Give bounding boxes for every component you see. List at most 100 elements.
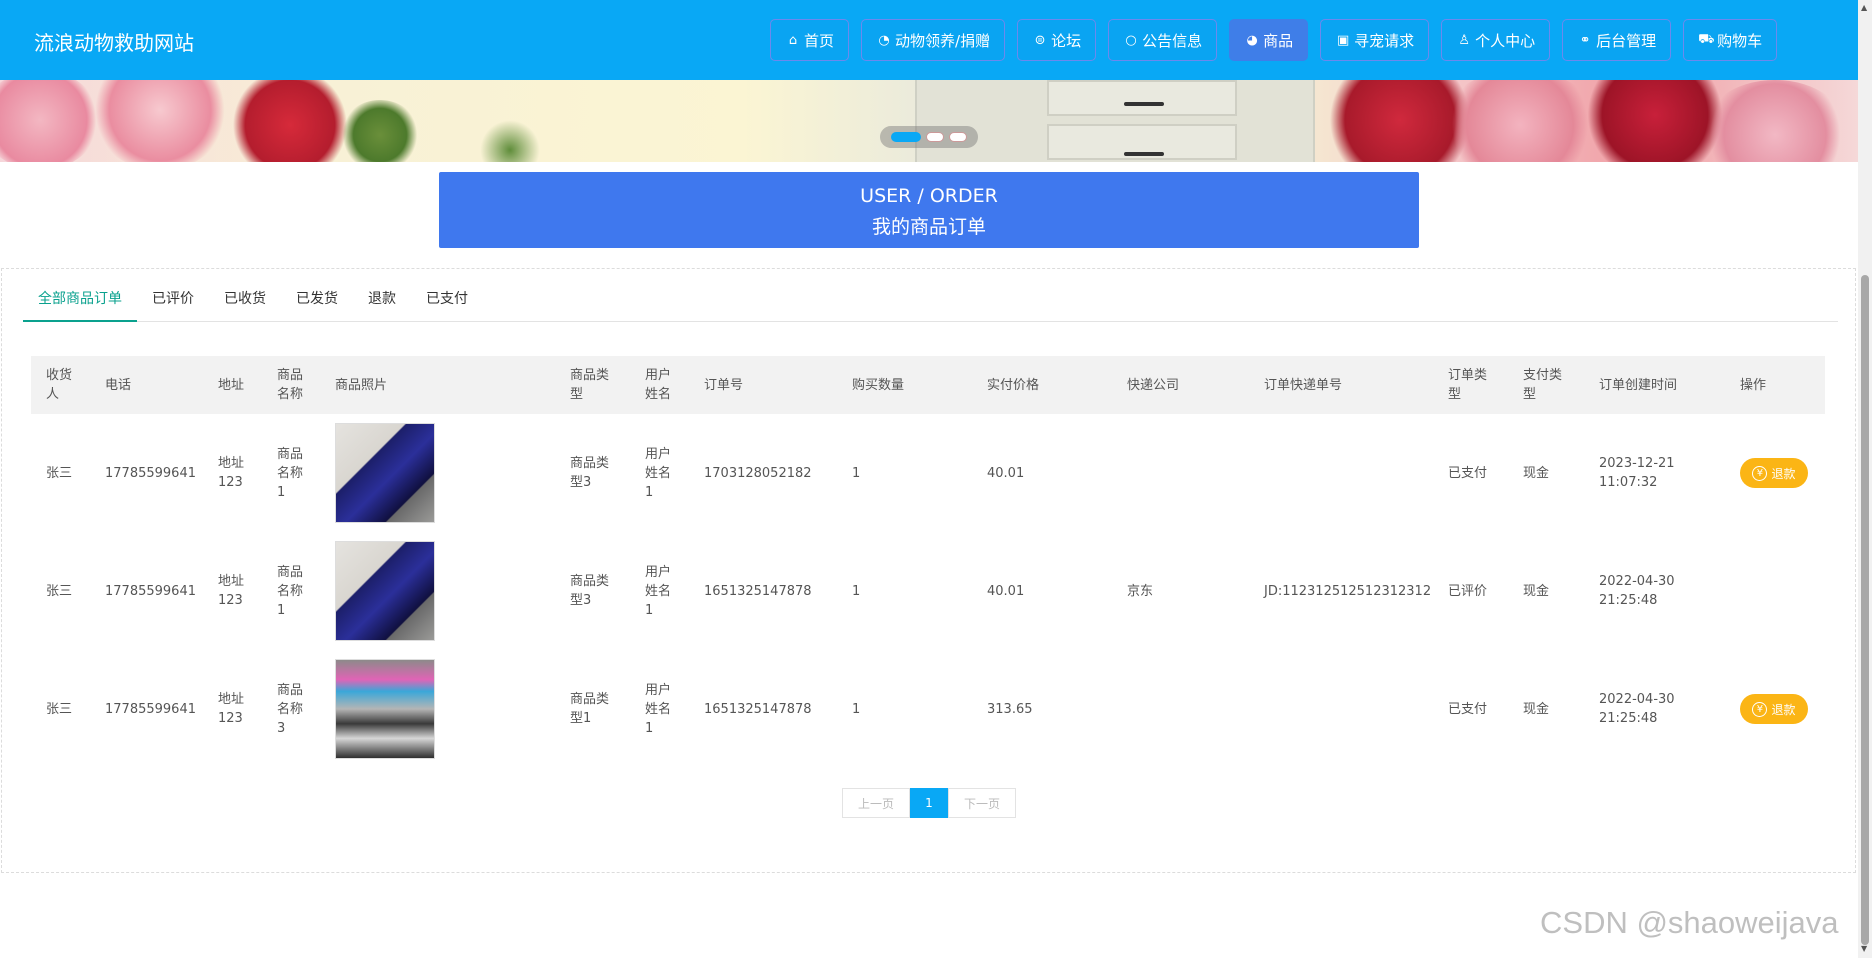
home-icon: ⌂ <box>788 32 798 48</box>
banner-flower <box>480 120 540 162</box>
nav-forum[interactable]: ⊜ 论坛 <box>1017 19 1097 61</box>
cell-order-no: 1651325147878 <box>704 583 812 599</box>
tab-reviewed[interactable]: 已评价 <box>137 281 209 322</box>
top-header: 流浪动物救助网站 ⌂ 首页 ◔ 动物领养/捐赠 ⊜ 论坛 ○ 公告信息 ◕ 商品 ▣ 寻宠请… <box>0 0 1858 80</box>
drawer-handle <box>1124 102 1164 106</box>
cell-product-name: 商品名称1 <box>277 446 304 500</box>
tab-paid[interactable]: 已支付 <box>411 281 483 322</box>
tab-refund[interactable]: 退款 <box>353 281 411 322</box>
page-title-en: USER / ORDER <box>860 185 998 207</box>
col-address: 地址 <box>218 377 245 393</box>
cell-receiver: 张三 <box>46 583 73 599</box>
nav-adoption[interactable]: ◔ 动物领养/捐赠 <box>861 19 1006 61</box>
nav-pet-search[interactable]: ▣ 寻宠请求 <box>1320 19 1430 61</box>
next-page-button[interactable]: 下一页 <box>948 788 1016 818</box>
nav-label: 个人中心 <box>1475 31 1536 50</box>
prev-page-button[interactable]: 上一页 <box>842 788 910 818</box>
col-price: 实付价格 <box>987 377 1040 393</box>
nav-notice[interactable]: ○ 公告信息 <box>1108 19 1218 61</box>
gift-icon: ▣ <box>1336 32 1350 48</box>
table-row: 张三 17785599641 地址123 商品名称1 商品类型3 用户姓名1 1… <box>31 414 1825 532</box>
col-product-name: 商品名称 <box>277 368 304 402</box>
product-photo <box>335 541 435 641</box>
tab-all-orders[interactable]: 全部商品订单 <box>23 281 137 322</box>
nav-cart[interactable]: ⛟ 购物车 <box>1683 19 1778 61</box>
nav-profile[interactable]: ♙ 个人中心 <box>1441 19 1551 61</box>
page-title-cn: 我的商品订单 <box>871 216 986 238</box>
cell-order-type: 已支付 <box>1448 701 1488 717</box>
col-user-name: 用户姓名 <box>645 368 672 402</box>
refund-label: 退款 <box>1771 466 1796 481</box>
product-photo <box>335 659 435 759</box>
created-date: 2023-12-21 <box>1599 456 1675 471</box>
order-tabs: 全部商品订单 已评价 已收货 已发货 退款 已支付 <box>23 281 1838 322</box>
drawer-handle <box>1124 152 1164 156</box>
banner-carousel <box>0 80 1858 162</box>
nav-admin[interactable]: ⚭ 后台管理 <box>1562 19 1672 61</box>
palette-icon: ◕ <box>1246 32 1258 48</box>
cell-order-no: 1703128052182 <box>704 465 812 481</box>
yen-icon: ¥ <box>1752 465 1768 481</box>
cell-user-name: 用户姓名1 <box>645 564 672 618</box>
carousel-dot-3[interactable] <box>949 132 967 142</box>
cell-product-type: 商品类型3 <box>570 456 610 490</box>
col-pay-type: 支付类型 <box>1523 368 1563 402</box>
cell-created-time: 2022-04-30 21:25:48 <box>1599 650 1675 768</box>
banner-cabinet <box>915 80 1315 162</box>
col-order-no: 订单号 <box>704 377 744 393</box>
table-row: 张三 17785599641 地址123 商品名称1 商品类型3 用户姓名1 1… <box>31 532 1825 650</box>
cell-tracking-no: JD:112312512512312312 <box>1264 583 1432 599</box>
table-header: 收货人 电话 地址 商品名称 商品照片 商品类型 用户姓名 订单号 购买数量 实… <box>31 356 1825 414</box>
cell-order-no: 1651325147878 <box>704 701 812 717</box>
link-icon: ⚭ <box>1579 32 1591 48</box>
site-title: 流浪动物救助网站 <box>34 31 194 55</box>
nav-label: 商品 <box>1263 31 1294 50</box>
col-receiver: 收货人 <box>46 368 73 402</box>
created-date: 2022-04-30 <box>1599 574 1675 589</box>
scroll-up-icon[interactable]: ▲ <box>1861 3 1867 12</box>
cell-product-name: 商品名称1 <box>277 564 304 618</box>
banner-flower <box>90 80 230 162</box>
main-nav: ⌂ 首页 ◔ 动物领养/捐赠 ⊜ 论坛 ○ 公告信息 ◕ 商品 ▣ 寻宠请求 ♙ 个人中心 ⚭… <box>770 19 1778 61</box>
cell-quantity: 1 <box>852 583 861 599</box>
cell-user-name: 用户姓名1 <box>645 682 672 736</box>
col-tracking-no: 订单快递单号 <box>1264 377 1343 393</box>
banner-flower <box>230 80 350 162</box>
tab-received[interactable]: 已收货 <box>209 281 281 322</box>
carousel-indicators <box>880 126 978 148</box>
cell-price: 40.01 <box>987 583 1025 599</box>
banner-flower <box>340 100 420 162</box>
cell-pay-type: 现金 <box>1523 583 1550 599</box>
cell-pay-type: 现金 <box>1523 465 1550 481</box>
carousel-dot-1[interactable] <box>891 132 921 142</box>
cell-created-time: 2023-12-21 11:07:32 <box>1599 414 1675 532</box>
cell-product-type: 商品类型1 <box>570 692 610 726</box>
watermark: CSDN @shaoweijava <box>1540 905 1839 940</box>
forum-icon: ⊜ <box>1034 32 1046 48</box>
scrollbar-thumb[interactable] <box>1861 275 1869 945</box>
cell-order-type: 已评价 <box>1448 583 1488 599</box>
scroll-down-icon[interactable]: ▼ <box>1861 944 1867 953</box>
col-product-type: 商品类型 <box>570 368 610 402</box>
yen-icon: ¥ <box>1752 701 1768 717</box>
col-quantity: 购买数量 <box>852 377 905 393</box>
refund-button[interactable]: ¥ 退款 <box>1740 694 1808 724</box>
cell-pay-type: 现金 <box>1523 701 1550 717</box>
carousel-dot-2[interactable] <box>926 132 944 142</box>
created-date: 2022-04-30 <box>1599 692 1675 707</box>
current-page[interactable]: 1 <box>910 788 948 818</box>
cell-phone: 17785599641 <box>105 701 196 717</box>
cell-address: 地址123 <box>218 456 245 490</box>
tab-shipped[interactable]: 已发货 <box>281 281 353 322</box>
banner-flower <box>0 80 100 162</box>
cell-courier: 京东 <box>1127 583 1154 599</box>
created-time: 21:25:48 <box>1599 711 1658 726</box>
col-created-time: 订单创建时间 <box>1599 377 1678 393</box>
created-time: 11:07:32 <box>1599 475 1658 490</box>
table-row: 张三 17785599641 地址123 商品名称3 商品类型1 用户姓名1 1… <box>31 650 1825 768</box>
nav-products[interactable]: ◕ 商品 <box>1229 19 1309 61</box>
refund-button[interactable]: ¥ 退款 <box>1740 458 1808 488</box>
user-icon: ♙ <box>1458 32 1470 48</box>
cell-user-name: 用户姓名1 <box>645 446 672 500</box>
nav-home[interactable]: ⌂ 首页 <box>770 19 850 61</box>
